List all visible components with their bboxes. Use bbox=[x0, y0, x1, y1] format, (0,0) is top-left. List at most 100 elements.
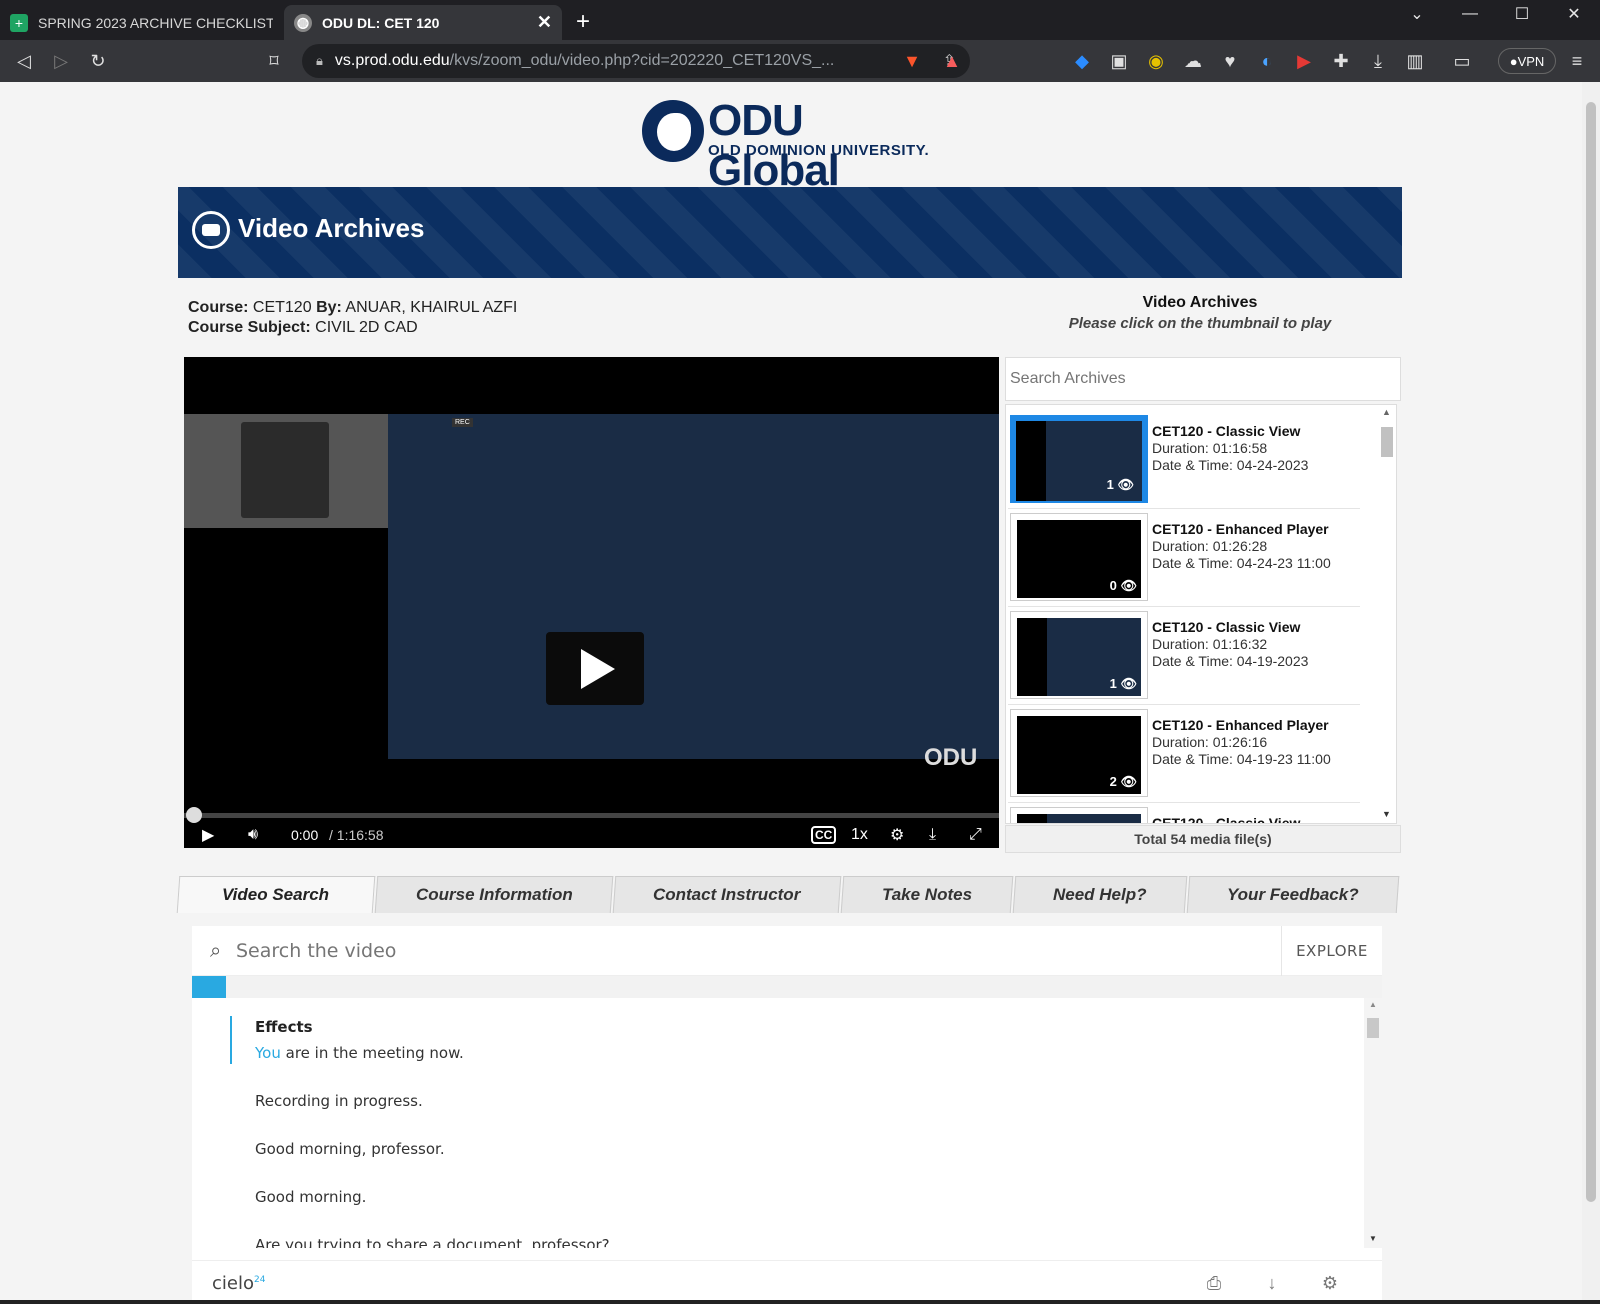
transcript-line[interactable]: Good morning. bbox=[255, 1188, 366, 1206]
address-bar[interactable]: 🔒︎ vs.prod.odu.edu/kvs/zoom_odu/video.ph… bbox=[302, 44, 970, 78]
print-icon[interactable]: ⎙ bbox=[1202, 1271, 1226, 1295]
transcript-line[interactable]: You are in the meeting now. bbox=[255, 1044, 464, 1062]
playlist-thumbnail[interactable]: 0 👁︎ bbox=[1010, 513, 1148, 601]
url-host: vs.prod.odu.edu bbox=[334, 52, 450, 69]
recording-notice-dialog bbox=[241, 422, 329, 518]
extension-icon[interactable]: ▣ bbox=[1107, 49, 1131, 73]
settings-gear-icon[interactable]: ⚙ bbox=[890, 821, 904, 848]
video-player[interactable]: REC ODU ▶ 🔊︎ 0:00 / 1:16:58 CC 1x ⚙ ⤓ ⤢ bbox=[184, 357, 999, 848]
transcript-scroll-thumb[interactable] bbox=[1367, 1018, 1379, 1038]
window-bottom-edge bbox=[0, 1300, 1600, 1304]
volume-icon[interactable]: 🔊︎ bbox=[248, 821, 258, 848]
diamond-extension-icon[interactable]: ◆ bbox=[1070, 49, 1094, 73]
close-window-button[interactable]: ✕ bbox=[1549, 0, 1599, 28]
tab-course-information[interactable]: Course Information bbox=[374, 876, 614, 913]
tab-contact-instructor[interactable]: Contact Instructor bbox=[612, 876, 842, 913]
lion-logo-icon bbox=[642, 100, 704, 162]
item-title: CET120 - Classic View bbox=[1152, 619, 1301, 635]
item-duration: Duration: 01:16:58 bbox=[1152, 440, 1268, 456]
vpn-button[interactable]: ● VPN bbox=[1498, 48, 1556, 74]
odu-watermark: ODU bbox=[924, 744, 978, 771]
video-frame[interactable]: REC ODU bbox=[184, 414, 999, 771]
archive-playlist: 1 👁︎ CET120 - Classic View Duration: 01:… bbox=[1005, 404, 1397, 824]
minimize-button[interactable]: — bbox=[1445, 0, 1495, 28]
big-play-button[interactable] bbox=[546, 632, 644, 705]
close-tab-icon[interactable]: ✕ bbox=[537, 12, 552, 33]
forward-icon[interactable]: ▷ bbox=[49, 49, 73, 73]
current-time: 0:00 bbox=[291, 826, 319, 843]
closed-caption-icon[interactable]: CC bbox=[811, 821, 837, 848]
browser-tab-archive-checklist[interactable]: + SPRING 2023 ARCHIVE CHECKLIST - G bbox=[0, 5, 283, 40]
tab-your-feedback[interactable]: Your Feedback? bbox=[1186, 876, 1400, 913]
duration: / 1:16:58 bbox=[329, 826, 384, 843]
explore-button[interactable]: EXPLORE bbox=[1281, 926, 1382, 976]
settings-gear-icon[interactable]: ⚙ bbox=[1318, 1271, 1342, 1295]
playlist-thumbnail[interactable]: 1 👁︎ bbox=[1010, 611, 1148, 699]
scroll-up-icon[interactable]: ▲ bbox=[1382, 407, 1391, 417]
page-scrollbar[interactable] bbox=[1582, 82, 1600, 1304]
heart-icon[interactable]: ♥ bbox=[1218, 49, 1242, 73]
item-title: CET120 - Classic View bbox=[1152, 423, 1301, 439]
cloud-icon[interactable]: ☁ bbox=[1181, 49, 1205, 73]
tab-need-help[interactable]: Need Help? bbox=[1012, 876, 1188, 913]
download-transcript-icon[interactable]: ↓ bbox=[1260, 1271, 1284, 1295]
tab-video-search[interactable]: Video Search bbox=[176, 876, 376, 913]
menu-icon[interactable]: ≡ bbox=[1565, 49, 1589, 73]
playlist-scroll-thumb[interactable] bbox=[1381, 427, 1393, 457]
scroll-down-icon[interactable]: ▼ bbox=[1369, 1234, 1377, 1243]
scroll-down-icon[interactable]: ▼ bbox=[1382, 809, 1391, 819]
cielo24-logo: cielo24 bbox=[212, 1273, 266, 1294]
play-icon[interactable]: ▶ bbox=[202, 821, 214, 848]
extension-icon[interactable]: ◉ bbox=[1144, 49, 1168, 73]
download-video-icon[interactable]: ⤓ bbox=[929, 821, 936, 848]
globe-icon: ◍ bbox=[294, 13, 312, 32]
search-archives-input[interactable] bbox=[1005, 357, 1401, 401]
playback-speed[interactable]: 1x bbox=[851, 821, 868, 848]
youtube-extension-icon[interactable]: ▶ bbox=[1292, 49, 1316, 73]
video-search-bar: ⌕ EXPLORE bbox=[192, 926, 1382, 976]
search-video-input[interactable] bbox=[236, 935, 1236, 967]
playlist-item[interactable]: 1 👁︎ CET120 - Classic View Duration: 01:… bbox=[1008, 609, 1360, 705]
vpn-location-icon[interactable]: ◐ bbox=[1255, 49, 1279, 73]
subject-value: CIVIL 2D CAD bbox=[315, 319, 418, 336]
archives-heading: Video Archives Please click on the thumb… bbox=[1040, 294, 1360, 332]
tab-search-icon[interactable]: ⌄ bbox=[1392, 0, 1442, 28]
scroll-up-icon[interactable]: ▲ bbox=[1369, 1000, 1377, 1009]
page-scroll-thumb[interactable] bbox=[1586, 102, 1596, 1202]
transcript-line[interactable]: Are you trying to share a document, prof… bbox=[255, 1236, 610, 1248]
playlist-item[interactable]: 2 👁︎ CET120 - Enhanced Player Duration: … bbox=[1008, 707, 1360, 803]
back-icon[interactable]: ◁ bbox=[12, 49, 36, 73]
view-count: 1 👁︎ bbox=[1109, 676, 1137, 691]
vpn-label: VPN bbox=[1517, 53, 1545, 69]
lock-icon: 🔒︎ bbox=[316, 53, 323, 68]
browser-tab-odu-dl[interactable]: ◍ ODU DL: CET 120 ✕ bbox=[284, 5, 562, 40]
maximize-button[interactable]: ☐ bbox=[1497, 0, 1547, 28]
puzzle-icon[interactable]: ✚ bbox=[1329, 49, 1353, 73]
tab-title: ODU DL: CET 120 bbox=[322, 14, 440, 31]
transcript-scrollbar[interactable]: ▲ ▼ bbox=[1364, 998, 1382, 1248]
brave-shield-icon[interactable]: ▼ bbox=[900, 49, 924, 73]
tab-take-notes[interactable]: Take Notes bbox=[840, 876, 1014, 913]
download-icon[interactable]: ⤓ bbox=[1366, 49, 1390, 73]
brave-rewards-icon[interactable]: ▲ bbox=[940, 49, 964, 73]
new-tab-button[interactable]: + bbox=[576, 8, 590, 36]
logo-subtitle: OLD DOMINION UNIVERSITY. bbox=[708, 142, 930, 159]
progress-bar[interactable] bbox=[184, 807, 999, 823]
archives-title: Video Archives bbox=[1142, 294, 1258, 311]
playlist-thumbnail[interactable]: 2 👁︎ bbox=[1010, 709, 1148, 797]
transcript-line[interactable]: Good morning, professor. bbox=[255, 1140, 445, 1158]
playlist-scrollbar[interactable]: ▲ ▼ bbox=[1378, 405, 1396, 823]
wallet-icon[interactable]: ▭ bbox=[1450, 49, 1474, 73]
timeline-bar[interactable] bbox=[192, 976, 1382, 998]
playlist-item[interactable]: CET120 - Classic View bbox=[1008, 805, 1360, 823]
bookmark-icon[interactable]: ⌑ bbox=[262, 49, 286, 73]
playlist-item[interactable]: 0 👁︎ CET120 - Enhanced Player Duration: … bbox=[1008, 511, 1360, 607]
playlist-item[interactable]: 1 👁︎ CET120 - Classic View Duration: 01:… bbox=[1008, 413, 1360, 509]
sidebar-icon[interactable]: ▥ bbox=[1403, 49, 1427, 73]
fullscreen-icon[interactable]: ⤢ bbox=[969, 821, 982, 848]
reload-icon[interactable]: ↻ bbox=[86, 49, 110, 73]
item-datetime: Date & Time: 04-24-23 11:00 bbox=[1152, 555, 1331, 571]
transcript-line[interactable]: Recording in progress. bbox=[255, 1092, 423, 1110]
playlist-thumbnail[interactable] bbox=[1010, 807, 1148, 823]
playlist-thumbnail[interactable]: 1 👁︎ bbox=[1010, 415, 1148, 503]
